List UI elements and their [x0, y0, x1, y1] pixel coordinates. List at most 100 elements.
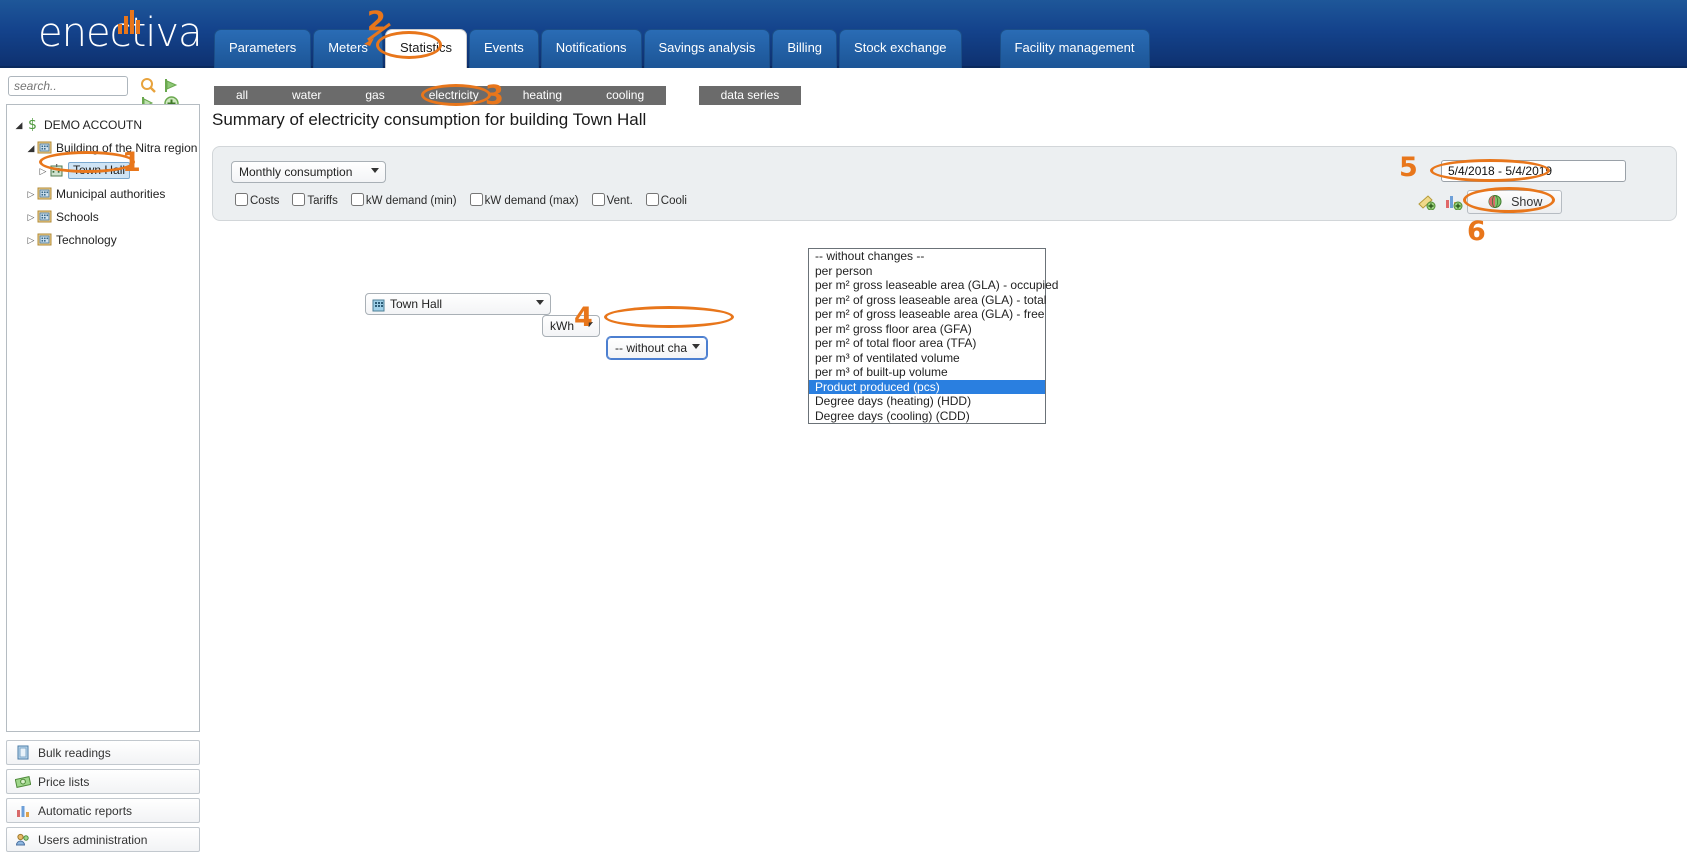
annotation-number-5: 5 [1399, 152, 1418, 183]
view-type-select[interactable]: Monthly consumption [231, 161, 386, 183]
subtab-gas[interactable]: gas [343, 86, 406, 105]
tree-item-municipal-authorities[interactable]: ▷ Municipal authorities [7, 183, 199, 203]
chevron-right-icon[interactable]: ▷ [37, 161, 49, 181]
dropdown-option-per-m-of-built-up-volume[interactable]: per m³ of built-up volume [809, 365, 1045, 380]
commodity-subtab-group: allwatergaselectricityheatingcooling [214, 86, 666, 105]
dropdown-option-per-m-of-gross-leaseable-area-gla-free[interactable]: per m² of gross leaseable area (GLA) - f… [809, 307, 1045, 322]
checkbox-tariffs[interactable]: Tariffs [288, 195, 337, 207]
checkbox-label: Tariffs [307, 195, 337, 207]
tab-parameters[interactable]: Parameters [214, 29, 311, 68]
expand-tree-icon[interactable] [163, 77, 180, 94]
location-tree[interactable]: ◢$DEMO ACCOUTN◢Building of the Nitra reg… [6, 104, 200, 732]
dropdown-option-degree-days-heating-hdd[interactable]: Degree days (heating) (HDD) [809, 394, 1045, 409]
checkbox-input[interactable] [351, 193, 364, 206]
building-icon [371, 297, 386, 312]
tree-item-label: Municipal authorities [56, 184, 165, 204]
metric-checkbox-row: Costs Tariffs kW demand (min) kW demand (ma… [231, 190, 696, 209]
sidebar-button-price-lists[interactable]: Price lists [6, 769, 200, 794]
subtab-heating[interactable]: heating [501, 86, 584, 105]
page-title: Summary of electricity consumption for b… [212, 110, 646, 130]
dropdown-option-per-person[interactable]: per person [809, 264, 1045, 279]
tab-events[interactable]: Events [469, 29, 539, 68]
folder-building-icon [37, 140, 52, 154]
sidebar-button-bulk-readings[interactable]: Bulk readings [6, 740, 200, 765]
view-type-value: Monthly consumption [239, 165, 352, 179]
dropdown-option-per-m-of-gross-leaseable-area-gla-total[interactable]: per m² of gross leaseable area (GLA) - t… [809, 293, 1045, 308]
building-select[interactable]: Town Hall [365, 293, 551, 315]
add-chart-icon[interactable] [1444, 192, 1463, 210]
search-input[interactable] [8, 76, 128, 96]
dropdown-option-per-m-gross-leaseable-area-gla-occupied[interactable]: per m² gross leaseable area (GLA) - occu… [809, 278, 1045, 293]
subtab-data-series[interactable]: data series [699, 86, 802, 105]
main-content: allwatergaselectricityheatingcooling dat… [207, 68, 1687, 868]
dataseries-subtab-group: data series [699, 86, 802, 105]
chevron-down-icon [692, 344, 700, 349]
sidebar-button-users-administration[interactable]: Users administration [6, 827, 200, 852]
checkbox-label: Costs [250, 195, 279, 207]
tree-item-building-of-the-nitra-region[interactable]: ◢Building of the Nitra region [7, 137, 199, 157]
sidebar-button-automatic-reports[interactable]: Automatic reports [6, 798, 200, 823]
left-sidebar: ◢$DEMO ACCOUTN◢Building of the Nitra reg… [0, 68, 207, 868]
annotation-number-3: 3 [485, 80, 504, 111]
tree-item-schools[interactable]: ▷ Schools [7, 206, 199, 226]
sidebar-bottom-buttons: Bulk readings Price lists Automatic report… [6, 740, 200, 856]
sidebar-button-label: Price lists [38, 775, 89, 789]
dropdown-option-product-produced-pcs[interactable]: Product produced (pcs) [809, 380, 1045, 395]
date-range-input[interactable] [1441, 160, 1626, 182]
chevron-right-icon[interactable]: ▷ [25, 184, 37, 204]
checkbox-costs[interactable]: Costs [231, 195, 279, 207]
checkbox-input[interactable] [592, 193, 605, 206]
tree-item-technology[interactable]: ▷Technology [7, 229, 199, 249]
dropdown-option-per-m-of-total-floor-area-tfa[interactable]: per m² of total floor area (TFA) [809, 336, 1045, 351]
dropdown-option-per-m-gross-floor-area-gfa[interactable]: per m² gross floor area (GFA) [809, 322, 1045, 337]
tree-item-label: Schools [56, 207, 99, 227]
checkbox-kw-demand-min[interactable]: kW demand (min) [347, 195, 457, 207]
checkbox-input[interactable] [470, 193, 483, 206]
tree-item-label: DEMO ACCOUTN [44, 115, 142, 135]
sidebar-search-row [8, 76, 200, 98]
subtab-cooling[interactable]: cooling [584, 86, 666, 105]
show-button[interactable]: Show [1467, 190, 1562, 214]
tab-billing[interactable]: Billing [772, 29, 837, 68]
tree-item-demo-accoutn[interactable]: ◢$ DEMO ACCOUTN [7, 114, 199, 134]
sidebar-button-label: Bulk readings [38, 746, 111, 760]
checkbox-label: kW demand (max) [485, 195, 579, 207]
book-icon [15, 744, 31, 759]
tab-statistics[interactable]: Statistics [385, 29, 467, 68]
dollar-icon: $ [25, 117, 40, 131]
checkbox-kw-demand-max[interactable]: kW demand (max) [466, 195, 579, 207]
annotation-number-6: 6 [1467, 216, 1486, 247]
tab-stock-exchange[interactable]: Stock exchange [839, 29, 962, 68]
bar-chart-logo-icon [118, 8, 158, 34]
annotation-number-1: 1 [122, 147, 141, 178]
export-excel-icon[interactable] [1417, 192, 1436, 210]
chevron-down-icon [536, 300, 544, 305]
chevron-down-icon[interactable]: ◢ [13, 115, 25, 135]
dropdown-option-per-m-of-ventilated-volume[interactable]: per m³ of ventilated volume [809, 351, 1045, 366]
checkbox-cooli[interactable]: Cooli [642, 195, 687, 207]
normalization-dropdown-list[interactable]: -- without changes --per personper m² gr… [808, 248, 1046, 424]
svg-text:$: $ [28, 117, 37, 131]
sidebar-button-label: Automatic reports [38, 804, 132, 818]
tab-notifications[interactable]: Notifications [541, 29, 642, 68]
normalization-select[interactable]: -- without cha [607, 337, 707, 359]
checkbox-input[interactable] [646, 193, 659, 206]
subtab-all[interactable]: all [214, 86, 270, 105]
dropdown-option-without-changes[interactable]: -- without changes -- [809, 249, 1045, 264]
chevron-down-icon[interactable]: ◢ [25, 138, 37, 158]
chevron-right-icon[interactable]: ▷ [25, 207, 37, 227]
dropdown-option-degree-days-cooling-cdd[interactable]: Degree days (cooling) (CDD) [809, 409, 1045, 424]
export-icon-group [1413, 192, 1463, 210]
top-header-bar: enectiva ParametersMetersStatisticsEvent… [0, 0, 1687, 68]
tab-facility-management[interactable]: Facility management [1000, 29, 1150, 68]
checkbox-input[interactable] [292, 193, 305, 206]
checkbox-input[interactable] [235, 193, 248, 206]
tree-item-town-hall[interactable]: ▷Town Hall [7, 160, 199, 180]
folder-building-icon [37, 186, 52, 200]
folder-building-icon [37, 232, 52, 246]
tab-savings-analysis[interactable]: Savings analysis [644, 29, 771, 68]
chevron-right-icon[interactable]: ▷ [25, 230, 37, 250]
checkbox-vent[interactable]: Vent. [588, 195, 633, 207]
subtab-water[interactable]: water [270, 86, 343, 105]
search-icon[interactable] [140, 77, 157, 94]
